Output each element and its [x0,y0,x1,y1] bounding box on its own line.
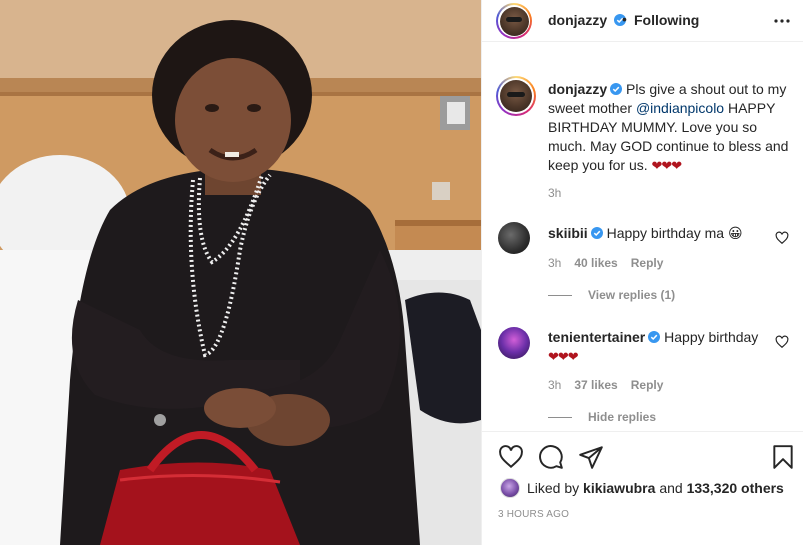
post-caption: donjazzy Pls give a shout out to my swee… [548,80,794,175]
reply-button[interactable]: Reply [631,378,664,392]
comment-bubble-icon[interactable] [538,444,564,470]
reply-button[interactable]: Reply [631,256,664,270]
replies-divider [548,416,572,418]
replies-label: Hide replies [588,410,657,424]
comment-avatar-skiibii[interactable] [498,222,530,254]
comment-2-meta: 3h 37 likes Reply [548,378,676,392]
header-separator: • [622,11,627,27]
comment-1: skiibii Happy birthday ma 😀 [548,224,768,243]
likes-prefix: Liked by [527,480,580,496]
post-header: donjazzy • Following [482,0,803,42]
post-side-panel: donjazzy • Following donjazzy Pls give a… [481,0,803,545]
small-heart-icon[interactable] [775,335,789,349]
paper-plane-icon[interactable] [578,444,604,470]
comment-2: tenientertainer Happy birthday ❤❤❤ [548,328,768,366]
post-timestamp[interactable]: 3 HOURS AGO [498,509,569,520]
bookmark-icon[interactable] [770,444,796,470]
verified-badge-icon [590,227,603,239]
replies-divider [548,294,572,296]
liker-username[interactable]: kikiawubra [583,480,655,496]
comment-hearts: ❤❤❤ [548,349,579,364]
caption-avatar[interactable] [496,76,536,116]
photo-illustration [0,0,481,545]
caption-hearts: ❤❤❤ [651,158,683,173]
author-name[interactable]: donjazzy [548,12,627,28]
author-username[interactable]: donjazzy [548,12,607,28]
comment-text: Happy birthday ma [606,225,725,241]
caption-mention-link[interactable]: @indianpicolo [636,100,724,116]
comment-likes[interactable]: 40 likes [574,256,617,270]
small-heart-icon[interactable] [775,231,789,245]
caption-username[interactable]: donjazzy [548,81,607,97]
comment-text: Happy birthday [664,329,759,345]
comment-avatar-tenientertainer[interactable] [498,327,530,359]
hide-replies-button[interactable]: Hide replies [548,410,656,424]
comment-time[interactable]: 3h [548,378,561,392]
verified-badge-icon [648,331,661,343]
likes-summary: Liked by kikiawubra and 133,320 others [500,478,784,498]
heart-outline-icon[interactable] [498,444,524,470]
verified-badge-icon [610,83,623,95]
comment-time[interactable]: 3h [548,256,561,270]
likes-joiner: and [659,480,683,496]
post-photo[interactable] [0,0,481,545]
grinning-emoji: 😀 [727,225,743,241]
comment-username[interactable]: skiibii [548,225,588,241]
liker-avatar[interactable] [500,478,520,498]
more-horizontal-icon[interactable] [772,11,792,31]
post-action-bar [482,431,803,479]
likes-count[interactable]: 133,320 others [687,480,784,496]
comment-likes[interactable]: 37 likes [574,378,617,392]
replies-label: View replies (1) [588,288,676,302]
caption-timestamp[interactable]: 3h [548,186,561,200]
author-avatar[interactable] [496,3,532,39]
comment-1-meta: 3h 40 likes Reply [548,256,676,270]
comment-username[interactable]: tenientertainer [548,329,645,345]
view-replies-button[interactable]: View replies (1) [548,288,675,302]
following-button[interactable]: Following [634,12,699,28]
